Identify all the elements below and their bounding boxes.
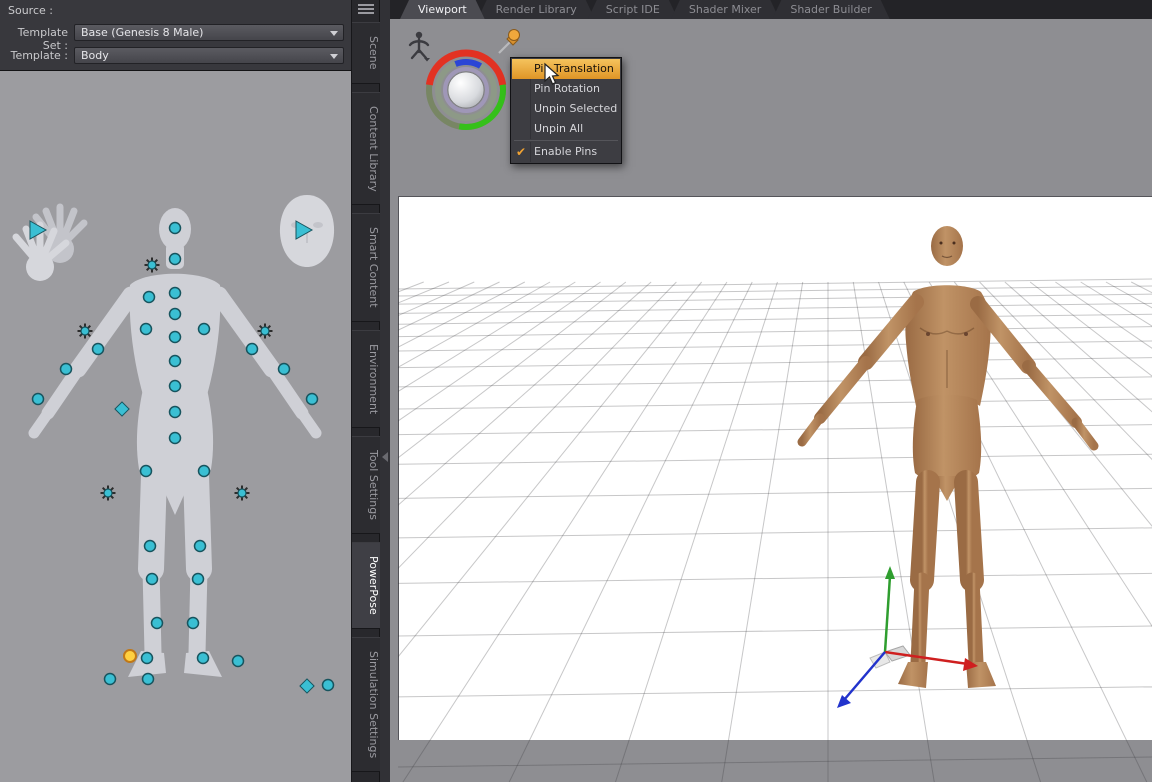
pose-dot[interactable] bbox=[196, 651, 210, 665]
pose-dot[interactable] bbox=[139, 322, 153, 336]
pose-dot[interactable] bbox=[277, 362, 291, 376]
pose-gear[interactable] bbox=[237, 488, 247, 498]
template-label: Template : bbox=[10, 49, 68, 62]
pose-dot[interactable] bbox=[168, 252, 182, 266]
sidebar-tab-smart-content[interactable]: Smart Content bbox=[352, 213, 380, 322]
pose-gear[interactable] bbox=[260, 326, 270, 336]
pose-dot[interactable] bbox=[245, 342, 259, 356]
pose-dot[interactable] bbox=[197, 464, 211, 478]
pose-dot[interactable] bbox=[141, 672, 155, 686]
powerpose-figure-area[interactable] bbox=[0, 70, 351, 782]
genesis8-male-figure[interactable] bbox=[770, 210, 1130, 710]
menu-separator bbox=[514, 140, 618, 141]
pose-dot[interactable] bbox=[197, 322, 211, 336]
pose-dot[interactable] bbox=[186, 616, 200, 630]
menu-item-unpin-all[interactable]: Unpin All bbox=[512, 119, 620, 139]
viewport-tab-bar: Viewport Render Library Script IDE Shade… bbox=[390, 0, 1152, 19]
pane-menu-icon[interactable] bbox=[358, 4, 374, 14]
pose-dot-pinned[interactable] bbox=[123, 649, 137, 663]
powerpose-panel: Source : Template Set : Base (Genesis 8 … bbox=[0, 0, 352, 782]
menu-item-enable-pins[interactable]: ✔ Enable Pins bbox=[512, 142, 620, 162]
pose-dot[interactable] bbox=[193, 539, 207, 553]
menu-item-unpin-selected[interactable]: Unpin Selected bbox=[512, 99, 620, 119]
pose-gear[interactable] bbox=[147, 260, 157, 270]
pose-dot[interactable] bbox=[231, 654, 245, 668]
pin-context-menu: Pin Translation Pin Rotation Unpin Selec… bbox=[510, 57, 622, 164]
tab-viewport[interactable]: Viewport bbox=[400, 0, 485, 19]
pose-dot[interactable] bbox=[321, 678, 335, 692]
pose-dot[interactable] bbox=[143, 539, 157, 553]
pose-dot[interactable] bbox=[168, 379, 182, 393]
pin-icon[interactable] bbox=[494, 27, 524, 57]
sidebar-tab-simulation-settings[interactable]: Simulation Settings bbox=[352, 636, 380, 772]
chevron-down-icon bbox=[330, 31, 338, 36]
pose-dot[interactable] bbox=[103, 672, 117, 686]
pose-gear[interactable] bbox=[103, 488, 113, 498]
tab-render-library[interactable]: Render Library bbox=[478, 0, 595, 19]
pose-dot[interactable] bbox=[168, 286, 182, 300]
pose-dot[interactable] bbox=[145, 572, 159, 586]
menu-item-pin-translation[interactable]: Pin Translation bbox=[512, 59, 620, 79]
pose-dot[interactable] bbox=[31, 392, 45, 406]
pose-dot[interactable] bbox=[150, 616, 164, 630]
pose-dot[interactable] bbox=[168, 431, 182, 445]
pose-dot[interactable] bbox=[140, 651, 154, 665]
sidebar-tab-tool-settings[interactable]: Tool Settings bbox=[352, 436, 380, 535]
collapse-arrow-icon[interactable] bbox=[382, 452, 388, 462]
daz-studio-window: Source : Template Set : Base (Genesis 8 … bbox=[0, 0, 1152, 782]
panel-splitter[interactable] bbox=[380, 0, 390, 782]
pose-diamond[interactable] bbox=[114, 401, 130, 417]
pose-dot[interactable] bbox=[142, 290, 156, 304]
pose-diamond[interactable] bbox=[299, 678, 315, 694]
template-dropdown[interactable]: Body bbox=[74, 47, 344, 64]
pose-dot[interactable] bbox=[139, 464, 153, 478]
menu-item-pin-rotation[interactable]: Pin Rotation bbox=[512, 79, 620, 99]
sidebar-tab-powerpose[interactable]: PowerPose bbox=[352, 542, 380, 629]
sidebar-tab-environment[interactable]: Environment bbox=[352, 329, 380, 429]
pose-dot[interactable] bbox=[59, 362, 73, 376]
pose-rotation-wheel[interactable] bbox=[424, 46, 508, 132]
pose-template-figure bbox=[12, 195, 335, 694]
template-set-dropdown[interactable]: Base (Genesis 8 Male) bbox=[74, 24, 344, 41]
pose-dot[interactable] bbox=[168, 221, 182, 235]
hands-thumbnail[interactable] bbox=[12, 203, 88, 281]
sidebar-tab-scene[interactable]: Scene bbox=[352, 22, 380, 84]
sidebar-tab-content-library[interactable]: Content Library bbox=[352, 91, 380, 206]
tab-script-ide[interactable]: Script IDE bbox=[588, 0, 678, 19]
tab-shader-builder[interactable]: Shader Builder bbox=[772, 0, 889, 19]
pose-dot[interactable] bbox=[305, 392, 319, 406]
pose-dot[interactable] bbox=[191, 572, 205, 586]
check-icon: ✔ bbox=[516, 145, 527, 159]
tab-shader-mixer[interactable]: Shader Mixer bbox=[671, 0, 779, 19]
mouse-cursor bbox=[544, 62, 560, 85]
pose-gear[interactable] bbox=[80, 326, 90, 336]
pose-dot[interactable] bbox=[168, 307, 182, 321]
pane-tab-strip: Scene Content Library Smart Content Envi… bbox=[352, 0, 380, 782]
pose-dot[interactable] bbox=[168, 354, 182, 368]
pose-dot[interactable] bbox=[168, 330, 182, 344]
pose-dot[interactable] bbox=[168, 405, 182, 419]
wheel-sphere bbox=[447, 71, 485, 109]
source-label: Source : bbox=[8, 4, 53, 17]
chevron-down-icon bbox=[330, 54, 338, 59]
main-area: Viewport Render Library Script IDE Shade… bbox=[390, 0, 1152, 782]
viewport-workspace[interactable]: Pin Translation Pin Rotation Unpin Selec… bbox=[390, 19, 1152, 782]
pose-dot[interactable] bbox=[91, 342, 105, 356]
